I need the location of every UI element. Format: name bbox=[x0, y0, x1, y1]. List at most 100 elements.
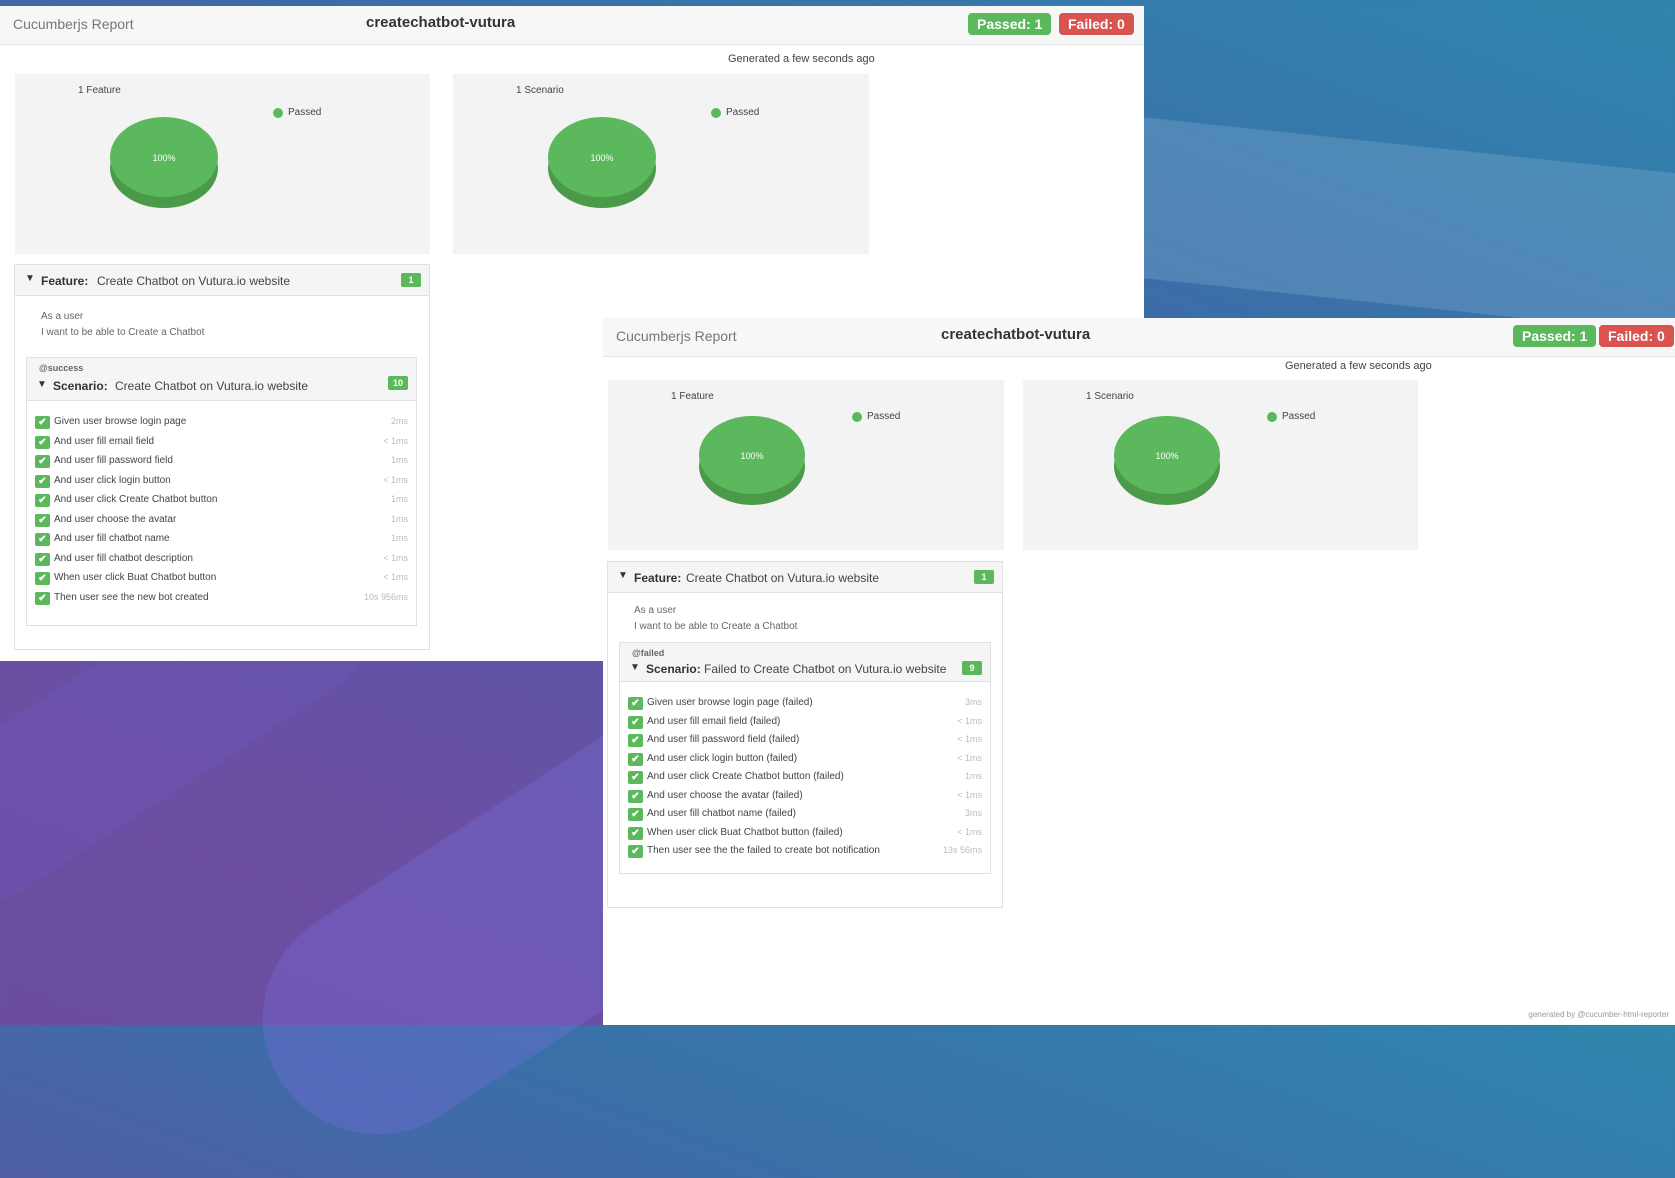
failed-count-badge: Failed: 0 bbox=[1599, 325, 1674, 347]
step-text: And user choose the avatar bbox=[54, 513, 177, 525]
step-row[interactable]: ✔ Given user browse login page (failed) 3m… bbox=[628, 695, 982, 714]
scenarios-chart-panel: 1 Scenario 100% Passed bbox=[453, 74, 869, 254]
step-text: And user fill password field (failed) bbox=[647, 734, 800, 745]
legend-label: Passed bbox=[1282, 411, 1316, 422]
checkmark-icon: ✔ bbox=[35, 591, 50, 605]
step-row[interactable]: ✔ And user click login button (failed) < 1… bbox=[628, 751, 982, 770]
step-text: When user click Buat Chatbot button bbox=[54, 572, 217, 583]
step-row[interactable]: ✔ Then user see the the failed to create … bbox=[628, 843, 982, 862]
step-text: And user fill chatbot description bbox=[54, 552, 193, 564]
passed-count-badge: Passed: 1 bbox=[1513, 325, 1597, 347]
description-line: As a user bbox=[634, 605, 677, 616]
scenario-title: Failed to Create Chatbot on Vutura.io we… bbox=[704, 662, 947, 676]
scenario-panel: @success ▼ Scenario: Create Chatbot on V… bbox=[26, 357, 417, 626]
chart-legend[interactable]: Passed bbox=[273, 107, 321, 118]
report-window-failed: Cucumberjs Report createchatbot-vutura P… bbox=[603, 318, 1675, 1025]
checkmark-icon: ✔ bbox=[628, 789, 643, 803]
step-row[interactable]: ✔ Then user see the new bot created 10s 95… bbox=[35, 590, 408, 610]
legend-label: Passed bbox=[867, 411, 901, 422]
scenarios-chart-panel: 1 Scenario 100% Passed bbox=[1023, 380, 1418, 550]
passed-pie-chart: 100% bbox=[110, 117, 218, 208]
step-duration: 1ms bbox=[390, 494, 408, 504]
feature-description: As a user I want to be able to Create a … bbox=[41, 309, 204, 341]
step-text: Then user see the new bot created bbox=[54, 591, 209, 603]
step-row[interactable]: ✔ And user fill email field (failed) < 1ms bbox=[628, 714, 982, 733]
step-text: And user click login button bbox=[54, 474, 171, 486]
scenario-count-badge: 10 bbox=[388, 376, 408, 390]
chart-legend[interactable]: Passed bbox=[852, 411, 900, 422]
brand-link[interactable]: Cucumberjs Report bbox=[13, 16, 134, 32]
chevron-down-icon[interactable]: ▼ bbox=[618, 570, 628, 581]
brand-link[interactable]: Cucumberjs Report bbox=[616, 328, 737, 344]
step-row[interactable]: ✔ And user fill chatbot name 1ms bbox=[35, 531, 408, 551]
step-text: Then user see the the failed to create b… bbox=[647, 845, 880, 856]
step-duration: < 1ms bbox=[957, 734, 982, 744]
checkmark-icon: ✔ bbox=[35, 552, 50, 566]
checkmark-icon: ✔ bbox=[628, 715, 643, 729]
step-text: Given user browse login page bbox=[54, 416, 187, 427]
features-chart-panel: 1 Feature 100% Passed bbox=[608, 380, 1004, 550]
step-row[interactable]: ✔ And user choose the avatar 1ms bbox=[35, 512, 408, 532]
step-row[interactable]: ✔ And user fill chatbot name (failed) 3ms bbox=[628, 806, 982, 825]
step-duration: 2ms bbox=[390, 416, 408, 426]
legend-dot-passed bbox=[1267, 411, 1277, 422]
step-row[interactable]: ✔ And user fill chatbot description < 1ms bbox=[35, 551, 408, 571]
scenario-header[interactable]: @failed ▼ Scenario: Failed to Create Cha… bbox=[620, 643, 990, 682]
checkmark-icon: ✔ bbox=[628, 734, 643, 747]
report-title: createchatbot-vutura bbox=[941, 326, 1091, 343]
pie-slice-label: 100% bbox=[590, 153, 613, 163]
report-header: Cucumberjs Report createchatbot-vutura P… bbox=[0, 6, 1144, 45]
step-row[interactable]: ✔ And user click Create Chatbot button (f… bbox=[628, 769, 982, 788]
step-row[interactable]: ✔ And user fill email field < 1ms bbox=[35, 434, 408, 454]
step-duration: < 1ms bbox=[383, 435, 408, 446]
description-line: I want to be able to Create a Chatbot bbox=[41, 327, 205, 338]
step-duration: 1ms bbox=[390, 513, 408, 524]
chart-title: 1 Feature bbox=[671, 391, 714, 402]
passed-pie-chart: 100% bbox=[1114, 416, 1220, 505]
description-line: I want to be able to Create a Chatbot bbox=[634, 621, 798, 632]
step-row[interactable]: ✔ And user click login button < 1ms bbox=[35, 473, 408, 493]
passed-pie-chart: 100% bbox=[699, 416, 805, 505]
feature-header[interactable]: ▼ Feature: Create Chatbot on Vutura.io w… bbox=[608, 562, 1002, 593]
step-row[interactable]: ✔ And user fill password field 1ms bbox=[35, 453, 408, 473]
chevron-down-icon[interactable]: ▼ bbox=[25, 273, 35, 284]
footer-credit: generated by @cucumber-html-reporter bbox=[1528, 1010, 1669, 1019]
step-duration: 13s 56ms bbox=[942, 845, 982, 855]
legend-dot-passed bbox=[711, 107, 721, 118]
step-duration: < 1ms bbox=[957, 789, 982, 800]
step-row[interactable]: ✔ And user click Create Chatbot button 1ms bbox=[35, 492, 408, 512]
checkmark-icon: ✔ bbox=[35, 572, 50, 585]
step-duration: < 1ms bbox=[383, 474, 408, 485]
chart-title: 1 Scenario bbox=[1086, 391, 1134, 402]
chart-legend[interactable]: Passed bbox=[1267, 411, 1315, 422]
step-duration: 3ms bbox=[964, 808, 982, 818]
step-text: And user fill chatbot name (failed) bbox=[647, 808, 796, 819]
scenario-tag: @failed bbox=[632, 648, 665, 658]
chevron-down-icon[interactable]: ▼ bbox=[37, 379, 47, 390]
step-row[interactable]: ✔ And user fill password field (failed) < … bbox=[628, 732, 982, 751]
feature-header[interactable]: ▼ Feature: Create Chatbot on Vutura.io w… bbox=[15, 265, 429, 296]
step-row[interactable]: ✔ Given user browse login page 2ms bbox=[35, 414, 408, 434]
scenario-keyword: Scenario: bbox=[646, 662, 701, 676]
scenario-title: Create Chatbot on Vutura.io website bbox=[115, 379, 309, 393]
checkmark-icon: ✔ bbox=[628, 845, 643, 858]
checkmark-icon: ✔ bbox=[35, 416, 50, 429]
checkmark-icon: ✔ bbox=[35, 455, 50, 468]
step-duration: 10s 956ms bbox=[363, 591, 408, 602]
chart-legend[interactable]: Passed bbox=[711, 107, 759, 118]
legend-dot-passed bbox=[273, 107, 283, 118]
scenario-header[interactable]: @success ▼ Scenario: Create Chatbot on V… bbox=[27, 358, 416, 401]
steps-list: ✔ Given user browse login page 2ms ✔ And use… bbox=[35, 414, 408, 609]
step-row[interactable]: ✔ And user choose the avatar (failed) < 1m… bbox=[628, 788, 982, 807]
step-row[interactable]: ✔ When user click Buat Chatbot button < 1m… bbox=[35, 570, 408, 590]
checkmark-icon: ✔ bbox=[35, 494, 50, 507]
pie-slice-label: 100% bbox=[152, 153, 175, 163]
legend-label: Passed bbox=[726, 107, 760, 118]
step-text: And user fill email field (failed) bbox=[647, 715, 781, 727]
chart-title: 1 Scenario bbox=[516, 85, 564, 96]
checkmark-icon: ✔ bbox=[628, 752, 643, 766]
step-text: And user click Create Chatbot button bbox=[54, 494, 218, 505]
chevron-down-icon[interactable]: ▼ bbox=[630, 662, 640, 673]
step-row[interactable]: ✔ When user click Buat Chatbot button (fa… bbox=[628, 825, 982, 844]
generated-time: Generated a few seconds ago bbox=[1285, 360, 1432, 372]
